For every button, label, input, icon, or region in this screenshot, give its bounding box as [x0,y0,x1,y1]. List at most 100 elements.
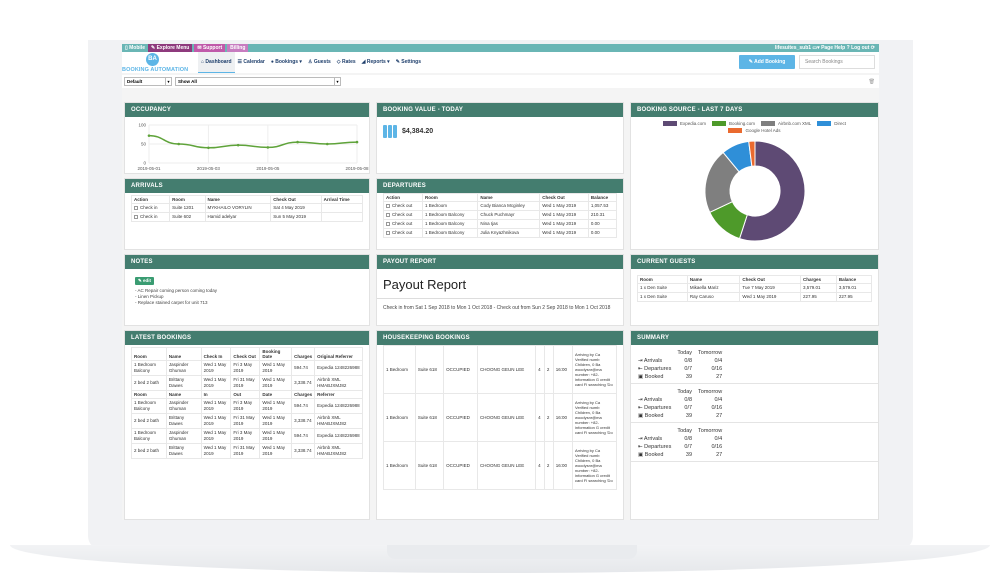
legend-item[interactable]: Booking.com [711,121,755,126]
mobile-link[interactable]: ▯ Mobile [122,44,148,52]
nav-calendar[interactable]: ☰ Calendar [235,52,268,73]
action-label: Check in [140,214,158,219]
data-point[interactable] [177,142,181,146]
column-header[interactable]: Balance [587,193,618,202]
column-header[interactable]: Name [686,275,741,284]
legend-swatch [711,121,726,126]
column-header[interactable]: Charges [291,347,316,361]
column-header[interactable]: Room [131,390,167,399]
data-point[interactable] [296,140,299,144]
check-in-checkbox[interactable] [134,214,138,219]
column-header[interactable]: Name [165,347,202,361]
column-header[interactable]: Name [165,390,202,399]
nights-cell: 2 [543,393,554,442]
data-point[interactable] [236,143,240,147]
column-header[interactable]: Charges [291,390,316,399]
check-out-checkbox[interactable] [386,212,390,217]
room-cell: 1 Bedroom Balcony [422,228,479,238]
nav-dashboard[interactable]: ⌂ Dashboard [198,52,235,73]
column-header[interactable]: Charges [800,275,837,284]
column-header[interactable]: Arrival Time [320,195,364,204]
table-row[interactable]: 2 bed 2 bath Brittany Dawes Wed 1 May 2019… [131,375,363,391]
data-point[interactable] [355,140,359,144]
column-header[interactable]: Name [477,193,541,202]
check-in-cell: Wed 1 May 2019 [200,413,232,429]
edit-notes-button[interactable]: ✎ edit [135,277,155,285]
nav-reports[interactable]: ◢ Reports ▾ [359,52,393,73]
table-row[interactable]: 1 Bedroom Suite 618 OCCUPIED CHOONG GEUN LE… [383,393,617,442]
column-header[interactable]: Room [637,275,688,284]
checkout-cell: Wed 1 May 2019 [539,228,589,238]
data-point[interactable] [207,146,210,150]
column-header[interactable]: Booking Date [259,347,293,361]
legend-item[interactable]: Direct [817,121,846,126]
column-header[interactable]: Referrer [314,390,363,399]
booking-date-cell: Wed 1 May 2019 [259,443,293,459]
data-point[interactable] [266,146,270,149]
summary-header: Today [677,389,693,395]
table-row[interactable]: 2 bed 2 bath Brittany Dawes Wed 1 May 2019… [131,443,363,459]
user-menu[interactable]: lifesuites_sub1 [775,45,811,51]
room-cell: 1 Bedroom Balcony [131,428,167,444]
table-row[interactable]: 1 x Den Suite Ray Caruso Wed 1 May 2019 … [637,292,873,302]
panel-title: LATEST BOOKINGS [125,331,369,345]
table-row[interactable]: 1 Bedroom Suite 618 OCCUPIED CHOONG GEUN LE… [383,345,617,394]
column-header[interactable]: In [200,390,232,399]
column-header[interactable]: Action [382,193,424,202]
balance-cell: 210.31 [587,210,618,220]
column-header[interactable]: Room [169,195,206,204]
summary-tomorrow-value: 27 [716,374,723,380]
column-header[interactable]: Out [230,390,261,399]
check-out-checkbox[interactable] [386,203,390,208]
column-header[interactable]: Balance [835,275,873,284]
logout-link[interactable]: Log out [851,45,869,51]
table-row[interactable]: 1 Bedroom Suite 618 OCCUPIED CHOONG GEUN LE… [383,441,617,490]
check-out-cell: Fri 31 May 2019 [230,375,261,391]
summary-tomorrow-value: 0/4 [714,397,723,403]
summary-tomorrow-value: 0/4 [714,358,723,364]
column-header[interactable]: Check In [200,347,232,361]
explore-menu-link[interactable]: ✎ Explore Menu [147,44,193,52]
column-header[interactable]: Room [131,347,167,361]
column-header[interactable]: Check Out [539,193,589,202]
table-row[interactable]: 2 bed 2 bath Brittany Dawes Wed 1 May 2019… [131,413,363,429]
legend-item[interactable]: Airbnb.com XML [761,121,811,126]
table-row[interactable]: 1 Bedroom Balcony Jaspinder Ghuman Wed 1 M… [131,428,363,444]
support-link[interactable]: ✉ Support [194,44,226,52]
column-header[interactable]: Check Out [739,275,802,284]
table-row[interactable]: 1 Bedroom Balcony Jaspinder Ghuman Wed 1 M… [131,398,363,414]
nav-settings[interactable]: ✎ Settings [393,52,424,73]
table-row[interactable]: 1 Bedroom Balcony Jaspinder Ghuman Wed 1 M… [131,360,363,376]
check-out-checkbox[interactable] [386,221,390,226]
add-booking-button[interactable]: ✎ Add Booking [739,55,795,69]
billing-link[interactable]: Billing [227,44,249,52]
table-row[interactable]: 1 x Den Suite Mikaella Mariz Tue 7 May 2… [637,283,873,293]
column-header[interactable]: Check Out [270,195,322,204]
charges-cell: 594.74 [291,360,316,376]
check-out-checkbox[interactable] [386,230,390,235]
legend-item[interactable]: Expedia.com [662,121,706,126]
column-header[interactable]: Action [130,195,171,204]
trash-icon[interactable]: 🗑 [869,79,875,85]
layout-select[interactable]: Default ▾ [124,77,172,86]
check-in-checkbox[interactable] [134,205,138,210]
nav-bookings[interactable]: ● Bookings ▾ [268,52,305,73]
nav-guests[interactable]: ♙ Guests [305,52,334,73]
search-bookings-input[interactable]: Search Bookings [799,55,875,69]
show-select[interactable]: Show All ▾ [175,77,341,86]
column-header[interactable]: Original Referrer [314,347,363,361]
logo[interactable]: BA BOOKING AUTOMATION [122,52,188,73]
x-tick-label: 2019-05-01 [137,166,161,171]
data-point[interactable] [147,134,151,137]
nav-rates[interactable]: ◇ Rates [334,52,359,73]
column-header[interactable]: Room [422,193,479,202]
column-header[interactable]: Name [204,195,272,204]
column-header[interactable]: Date [259,390,293,399]
column-header[interactable]: Check Out [230,347,261,361]
booking-value-panel: BOOKING VALUE - TODAY $4,384.20 [376,102,624,174]
page-help-link[interactable]: Page Help ? [821,45,850,51]
data-point[interactable] [325,142,329,146]
summary-today-value: 39 [685,413,693,419]
name-cell: Brittany Dawes [165,443,202,459]
room-cell: 1 Bedroom Balcony [422,210,479,220]
